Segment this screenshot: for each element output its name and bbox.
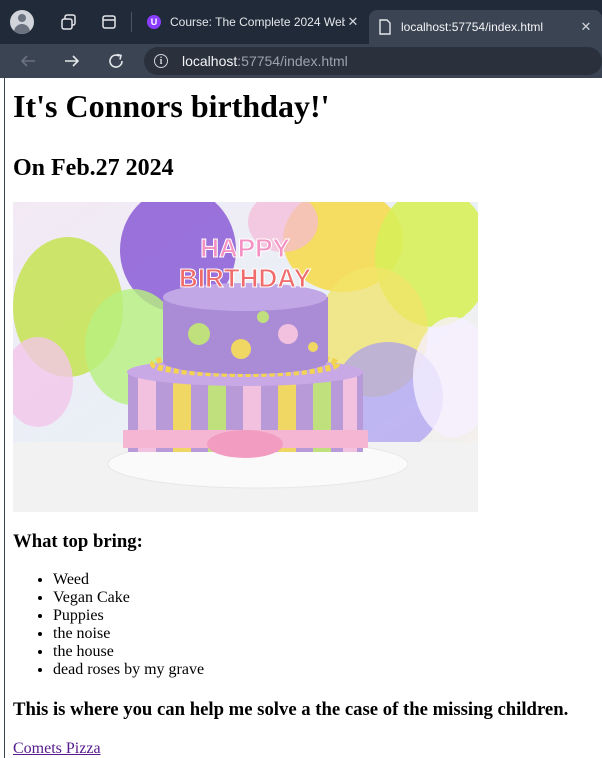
case-heading: This is where you can help me solve a th… bbox=[13, 699, 569, 720]
cake-letters-birthday: BIRTHDAY bbox=[179, 263, 311, 293]
page-viewport: It's Connors birthday!' On Feb.27 2024 H… bbox=[4, 78, 602, 758]
workspaces-button[interactable] bbox=[53, 6, 85, 38]
tab-actions-button[interactable] bbox=[93, 6, 125, 38]
list-item: Puppies bbox=[53, 607, 602, 625]
list-item: dead roses by my grave bbox=[53, 661, 602, 679]
tab-bar: U Course: The Complete 2024 Web ✕ localh… bbox=[0, 0, 602, 44]
site-info-icon[interactable]: i bbox=[154, 54, 168, 68]
reload-icon bbox=[109, 53, 123, 68]
page-content: It's Connors birthday!' On Feb.27 2024 H… bbox=[5, 88, 602, 758]
tab-title: Course: The Complete 2024 Web bbox=[169, 15, 345, 29]
udemy-icon: U bbox=[146, 14, 162, 30]
close-icon[interactable]: ✕ bbox=[345, 14, 361, 30]
back-arrow-icon bbox=[20, 55, 35, 67]
event-date: On Feb.27 2024 bbox=[13, 155, 174, 181]
back-button[interactable] bbox=[10, 46, 46, 76]
tab-title: localhost:57754/index.html bbox=[401, 20, 544, 34]
tab-actions-icon bbox=[102, 15, 116, 29]
url-path: :57754/index.html bbox=[237, 53, 348, 69]
close-icon[interactable]: ✕ bbox=[578, 19, 594, 35]
avatar bbox=[10, 10, 34, 34]
tab-udemy-course[interactable]: U Course: The Complete 2024 Web ✕ bbox=[138, 5, 369, 39]
navigation-bar: i localhost:57754/index.html bbox=[0, 44, 602, 78]
bring-heading: What top bring: bbox=[13, 531, 143, 552]
tab-separator bbox=[131, 12, 132, 32]
workspaces-icon bbox=[61, 14, 76, 30]
forward-button[interactable] bbox=[54, 46, 90, 76]
page-icon bbox=[377, 19, 393, 35]
list-item: Weed bbox=[53, 571, 602, 589]
url-host: localhost bbox=[182, 53, 238, 69]
comets-pizza-link[interactable]: Comets Pizza bbox=[13, 740, 101, 758]
page-title: It's Connors birthday!' bbox=[13, 88, 330, 124]
forward-arrow-icon bbox=[65, 55, 80, 67]
bring-list: Weed Vegan Cake Puppies the noise the ho… bbox=[13, 571, 602, 679]
list-item: the house bbox=[53, 643, 602, 661]
tab-localhost[interactable]: localhost:57754/index.html ✕ bbox=[369, 10, 602, 44]
list-item: Vegan Cake bbox=[53, 589, 602, 607]
profile-button[interactable] bbox=[7, 7, 37, 37]
address-bar[interactable]: i localhost:57754/index.html bbox=[144, 47, 602, 75]
birthday-cake-image: HAPPY BIRTHDAY bbox=[13, 202, 478, 512]
reload-button[interactable] bbox=[98, 46, 134, 76]
list-item: the noise bbox=[53, 625, 602, 643]
cake-letters-happy: HAPPY bbox=[200, 233, 290, 263]
